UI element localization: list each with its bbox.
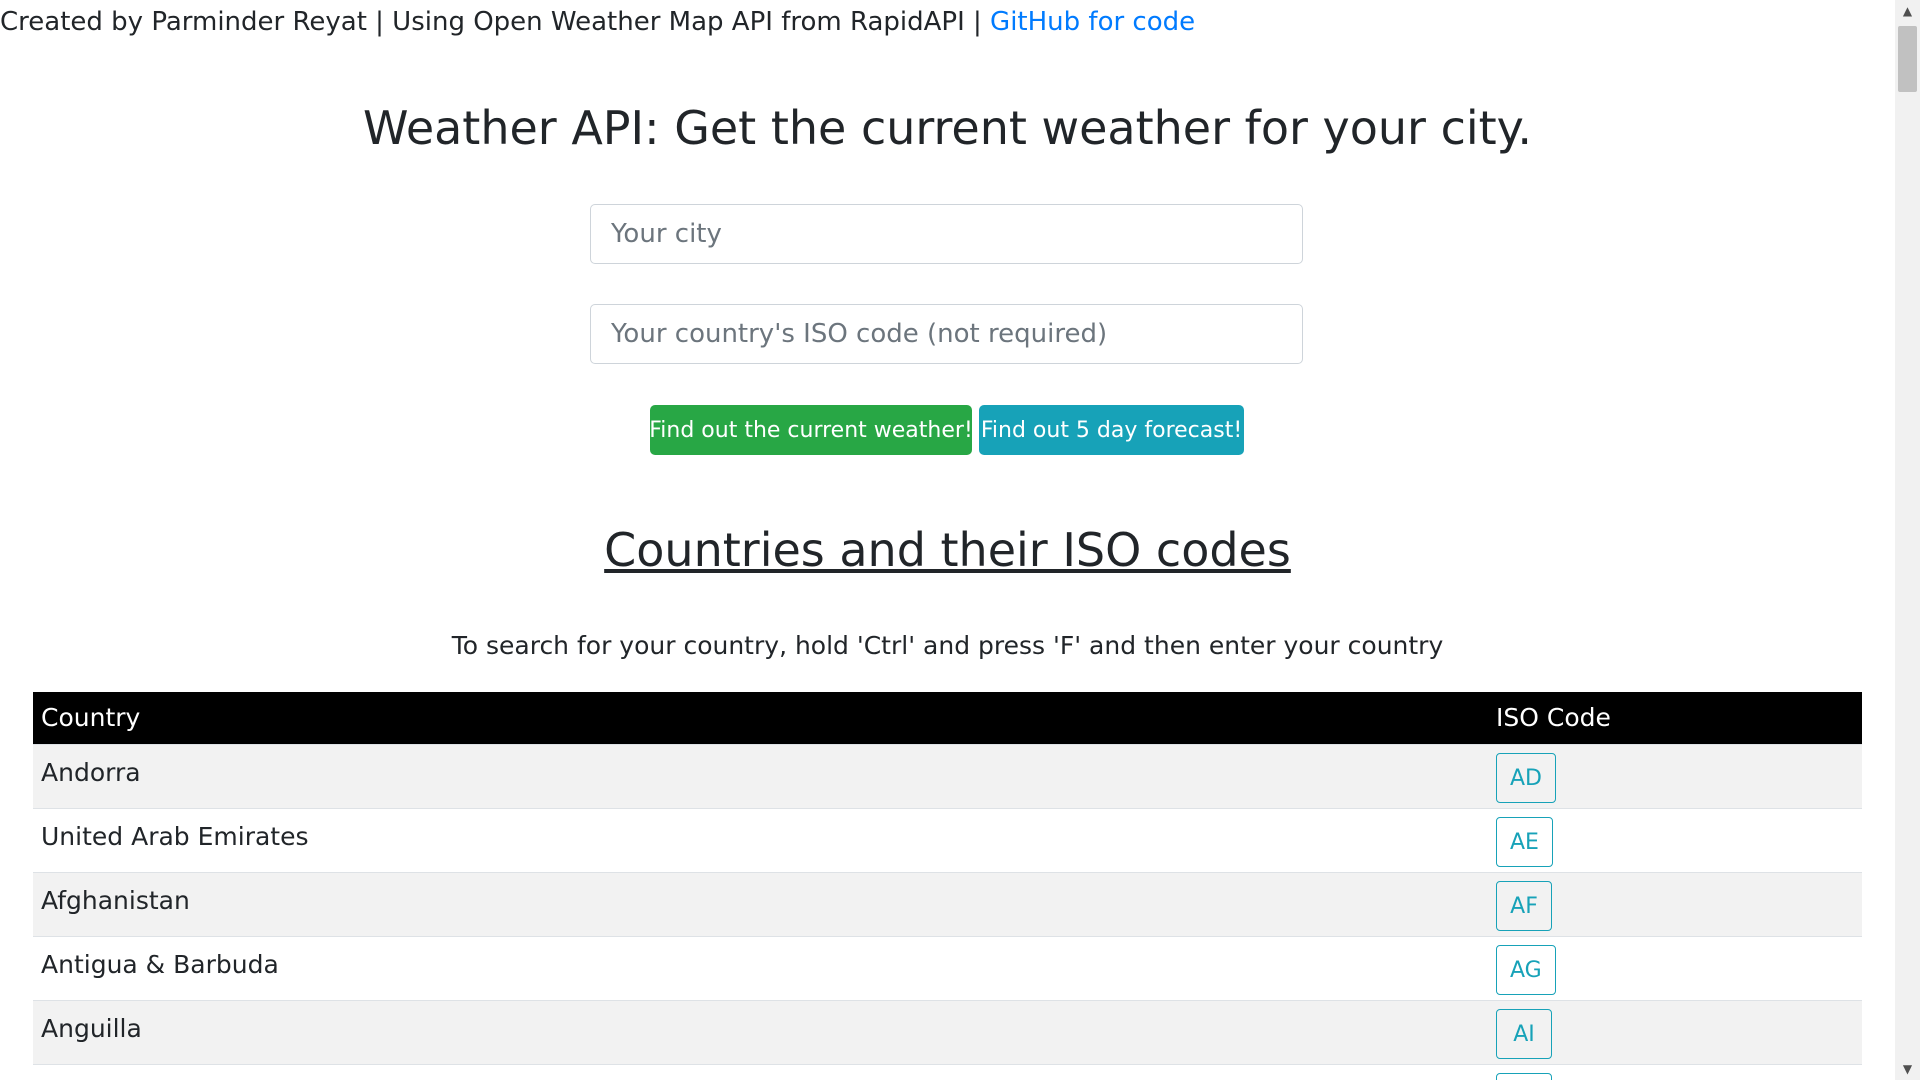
iso-code-button-partial[interactable] (1496, 1073, 1552, 1080)
github-link[interactable]: GitHub for code (990, 7, 1195, 37)
triangle-down-icon[interactable]: ▼ (1895, 1058, 1920, 1080)
table-row: Andorra AD (33, 745, 1862, 809)
page-title: Weather API: Get the current weather for… (363, 101, 1532, 155)
iso-code-button[interactable]: AI (1496, 1009, 1552, 1059)
country-name: Andorra (41, 758, 141, 787)
iso-code-button[interactable]: AG (1496, 945, 1556, 995)
search-instructions: To search for your country, hold 'Ctrl' … (451, 631, 1444, 660)
table-row: Antigua & Barbuda AG (33, 937, 1862, 1001)
iso-codes-table: Country ISO Code Andorra AD United Arab … (33, 692, 1862, 1080)
iso-code-button[interactable]: AD (1496, 753, 1556, 803)
country-name: United Arab Emirates (41, 822, 309, 851)
country-name: Antigua & Barbuda (41, 950, 279, 979)
credits-bar: Created by Parminder Reyat | Using Open … (0, 4, 1195, 40)
countries-heading: Countries and their ISO codes (604, 523, 1291, 577)
table-row: Afghanistan AF (33, 873, 1862, 937)
table-row: Anguilla AI (33, 1001, 1862, 1065)
column-header-country: Country (41, 703, 141, 732)
scrollbar-thumb[interactable] (1898, 26, 1917, 92)
triangle-up-icon[interactable]: ▲ (1895, 0, 1920, 22)
table-row (33, 1065, 1862, 1080)
vertical-scrollbar[interactable]: ▲ ▼ (1895, 0, 1920, 1080)
page: Created by Parminder Reyat | Using Open … (0, 0, 1895, 1080)
table-header: Country ISO Code (33, 692, 1862, 745)
column-header-iso-code: ISO Code (1496, 703, 1611, 732)
table-row: United Arab Emirates AE (33, 809, 1862, 873)
current-weather-button[interactable]: Find out the current weather! (649, 405, 973, 455)
city-input[interactable] (590, 204, 1303, 264)
country-name: Afghanistan (41, 886, 190, 915)
iso-code-button[interactable]: AF (1496, 881, 1552, 931)
iso-code-button[interactable]: AE (1496, 817, 1553, 867)
country-name: Anguilla (41, 1014, 142, 1043)
iso-code-input[interactable] (590, 304, 1303, 364)
credits-text: Created by Parminder Reyat | Using Open … (0, 7, 991, 37)
forecast-button[interactable]: Find out 5 day forecast! (979, 405, 1244, 455)
